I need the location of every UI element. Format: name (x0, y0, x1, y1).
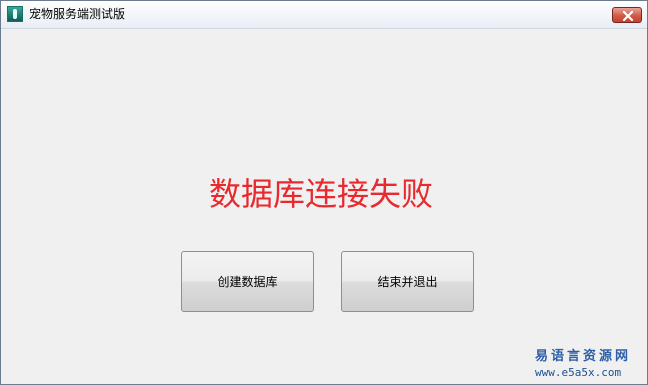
exit-label: 结束并退出 (377, 275, 438, 289)
close-icon (622, 11, 634, 21)
app-window: 宠物服务端测试版 数据库连接失败 创建数据库 结束并退出 易语言资源网 www.… (0, 0, 648, 385)
close-button[interactable] (612, 7, 642, 23)
watermark-url: www.e5a5x.com (535, 366, 622, 379)
exit-button[interactable]: 结束并退出 (341, 251, 474, 312)
create-database-button[interactable]: 创建数据库 (181, 251, 314, 312)
app-icon[interactable] (7, 6, 23, 22)
window-title: 宠物服务端测试版 (29, 7, 126, 21)
create-database-label: 创建数据库 (217, 275, 278, 289)
title-bar[interactable]: 宠物服务端测试版 (1, 1, 647, 29)
error-message: 数据库连接失败 (208, 175, 433, 213)
watermark-title: 易语言资源网 (535, 349, 632, 364)
